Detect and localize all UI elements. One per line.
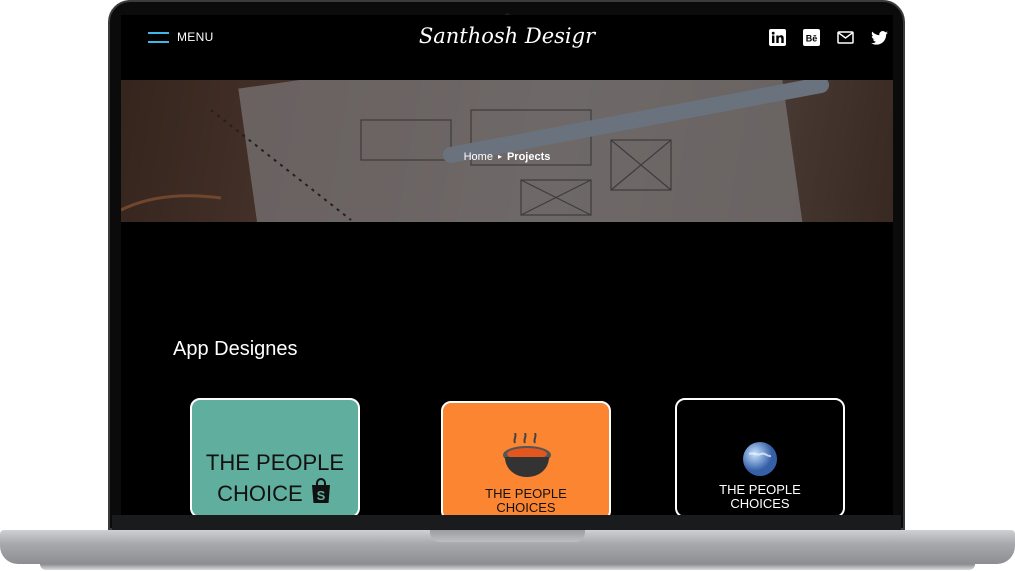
svg-text:S: S: [317, 488, 326, 503]
breadcrumb-home-link[interactable]: Home: [464, 151, 493, 163]
linkedin-icon[interactable]: [769, 29, 786, 46]
card-3-text: THE PEOPLE CHOICES: [677, 483, 843, 511]
card-3-line1: THE PEOPLE: [719, 482, 801, 497]
food-pot-icon: [503, 433, 551, 477]
laptop-hinge-notch: [430, 530, 585, 542]
globe-icon: [743, 442, 777, 476]
hero-banner: Home ▸ Projects: [121, 80, 893, 222]
laptop-base-shadow: [40, 564, 975, 570]
shopping-bag-icon: S: [311, 478, 330, 503]
browser-viewport: MENU Santhosh Desigr Bē Home ▸ Projects …: [121, 15, 893, 515]
card-1-text: THE PEOPLE CHOICE S: [192, 448, 358, 509]
breadcrumb: Home ▸ Projects: [121, 151, 893, 163]
card-1-line1: THE PEOPLE: [205, 450, 345, 475]
behance-icon[interactable]: Bē: [803, 29, 820, 46]
card-2-line2: CHOICES: [496, 500, 556, 515]
breadcrumb-current: Projects: [506, 151, 551, 163]
svg-text:Bē: Bē: [806, 34, 818, 44]
card-2-line1: THE PEOPLE: [485, 486, 567, 501]
card-1-line2: CHOICE: [217, 481, 303, 506]
project-card-2[interactable]: THE PEOPLE CHOICES: [441, 401, 611, 515]
breadcrumb-separator: ▸: [497, 152, 502, 161]
mail-icon[interactable]: [837, 29, 854, 46]
project-card-1[interactable]: THE PEOPLE CHOICE S: [190, 398, 360, 515]
project-card-3[interactable]: THE PEOPLE CHOICES: [675, 398, 845, 515]
social-links: Bē: [769, 29, 888, 46]
card-2-text: THE PEOPLE CHOICES: [443, 487, 609, 515]
twitter-icon[interactable]: [871, 29, 888, 46]
section-title: App Designes: [173, 338, 298, 360]
card-3-line2: CHOICES: [730, 496, 790, 511]
laptop-base: [0, 530, 1015, 564]
